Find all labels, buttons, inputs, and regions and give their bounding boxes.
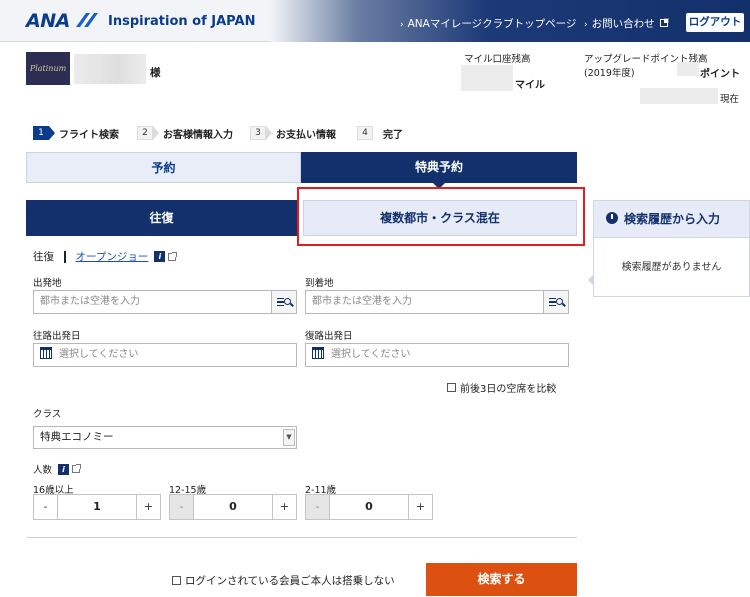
trip-type-row: 往復 オープンジョー i (33, 249, 178, 264)
step-complete: 4 完了 (357, 126, 403, 141)
member-honorific: 様 (150, 67, 161, 79)
logo-stripes-icon (76, 13, 98, 27)
step-number: 1 (33, 126, 55, 140)
adult-count[interactable]: 1 (58, 494, 136, 520)
miles-balance-label: マイル口座残高 (464, 54, 531, 65)
step-payment: 3 お支払い情報 (250, 126, 336, 141)
calendar-icon (40, 347, 52, 359)
step-label: フライト検索 (59, 129, 119, 141)
youth-stepper: - 0 + (169, 494, 297, 520)
origin-input[interactable]: 都市または空港を入力 (33, 290, 297, 314)
as-of-label: 現在 (720, 94, 740, 105)
city-search-icon (543, 291, 568, 313)
logout-button[interactable]: ログアウト (686, 13, 744, 32)
upgrade-points-year: (2019年度) (584, 68, 635, 79)
step-number: 3 (250, 126, 272, 140)
separator (64, 250, 66, 263)
checkbox[interactable] (172, 576, 181, 585)
city-search-icon (271, 291, 296, 313)
increment-button[interactable]: + (272, 494, 297, 520)
member-name-redacted (74, 54, 146, 84)
chevron-right-icon: › (400, 20, 404, 30)
platinum-status-badge: Platinum (26, 52, 70, 85)
info-icon[interactable]: i (154, 251, 166, 262)
depart-date-label: 往路出発日 (33, 331, 81, 342)
external-link-icon (72, 464, 82, 473)
search-history-button[interactable]: 検索履歴から入力 (593, 200, 750, 238)
increment-button[interactable]: + (136, 494, 161, 520)
step-number: 4 (357, 126, 373, 140)
search-submit-button[interactable]: 検索する (426, 563, 577, 596)
compare-3-days-checkbox[interactable]: 前後3日の空席を比較 (447, 380, 556, 395)
ana-logo[interactable]: ANA (26, 10, 70, 32)
origin-label: 出発地 (33, 278, 62, 289)
youth-count[interactable]: 0 (194, 494, 272, 520)
external-link-icon (168, 251, 178, 261)
step-customer-info: 2 お客様情報入力 (137, 126, 233, 141)
external-link-icon (659, 18, 669, 27)
tab-award-reservation[interactable]: 特典予約 (301, 152, 577, 189)
tab-round-trip[interactable]: 往復 (26, 200, 297, 236)
step-label: 完了 (383, 129, 403, 141)
destination-lookup-button[interactable] (543, 290, 569, 314)
step-label: お支払い情報 (276, 129, 336, 141)
destination-input[interactable]: 都市または空港を入力 (305, 290, 569, 314)
depart-date-input[interactable]: 選択してください (33, 343, 297, 367)
trip-type-round-trip: 往復 (33, 251, 54, 263)
origin-lookup-button[interactable] (271, 290, 297, 314)
decrement-button[interactable]: - (305, 494, 330, 520)
info-icon[interactable]: i (58, 463, 70, 475)
passengers-label: 人数 i (33, 462, 82, 476)
mileage-club-top-link[interactable]: › ANAマイレージクラブトップページ (400, 16, 576, 31)
miles-unit: マイル (515, 80, 545, 91)
return-date-label: 復路出発日 (305, 331, 353, 342)
chevron-down-icon: ▼ (283, 429, 295, 446)
top-bar: ANA Inspiration of JAPAN › ANAマイレージクラブトップ… (0, 0, 750, 42)
highlight-annotation (297, 187, 585, 246)
decrement-button[interactable]: - (33, 494, 58, 520)
clock-icon (606, 212, 618, 224)
class-label: クラス (33, 409, 62, 420)
tagline: Inspiration of JAPAN (108, 14, 256, 29)
return-date-input[interactable]: 選択してください (305, 343, 569, 367)
upgrade-points-redacted (677, 62, 699, 76)
step-number: 2 (137, 126, 159, 140)
decrement-button[interactable]: - (169, 494, 194, 520)
calendar-icon (312, 347, 324, 359)
child-count[interactable]: 0 (330, 494, 408, 520)
step-label: お客様情報入力 (163, 129, 233, 141)
adult-stepper: - 1 + (33, 494, 161, 520)
member-not-boarding-checkbox[interactable]: ログインされている会員ご本人は搭乗しない (172, 573, 395, 588)
as-of-date-redacted (640, 88, 718, 104)
class-select[interactable]: 特典エコノミー ▼ (33, 426, 297, 449)
child-stepper: - 0 + (305, 494, 433, 520)
increment-button[interactable]: + (408, 494, 433, 520)
open-jaw-link[interactable]: オープンジョー (76, 249, 149, 264)
contact-link[interactable]: › お問い合わせ (584, 16, 669, 31)
chevron-right-icon: › (584, 20, 588, 30)
search-history-empty: 検索履歴がありません (588, 238, 750, 297)
destination-label: 到着地 (305, 278, 334, 289)
tab-reservation[interactable]: 予約 (26, 152, 301, 183)
divider (26, 537, 577, 538)
checkbox[interactable] (447, 383, 456, 392)
step-flight-search: 1 フライト検索 (33, 126, 119, 141)
upgrade-points-unit: ポイント (700, 69, 740, 80)
miles-balance-redacted (461, 65, 513, 91)
